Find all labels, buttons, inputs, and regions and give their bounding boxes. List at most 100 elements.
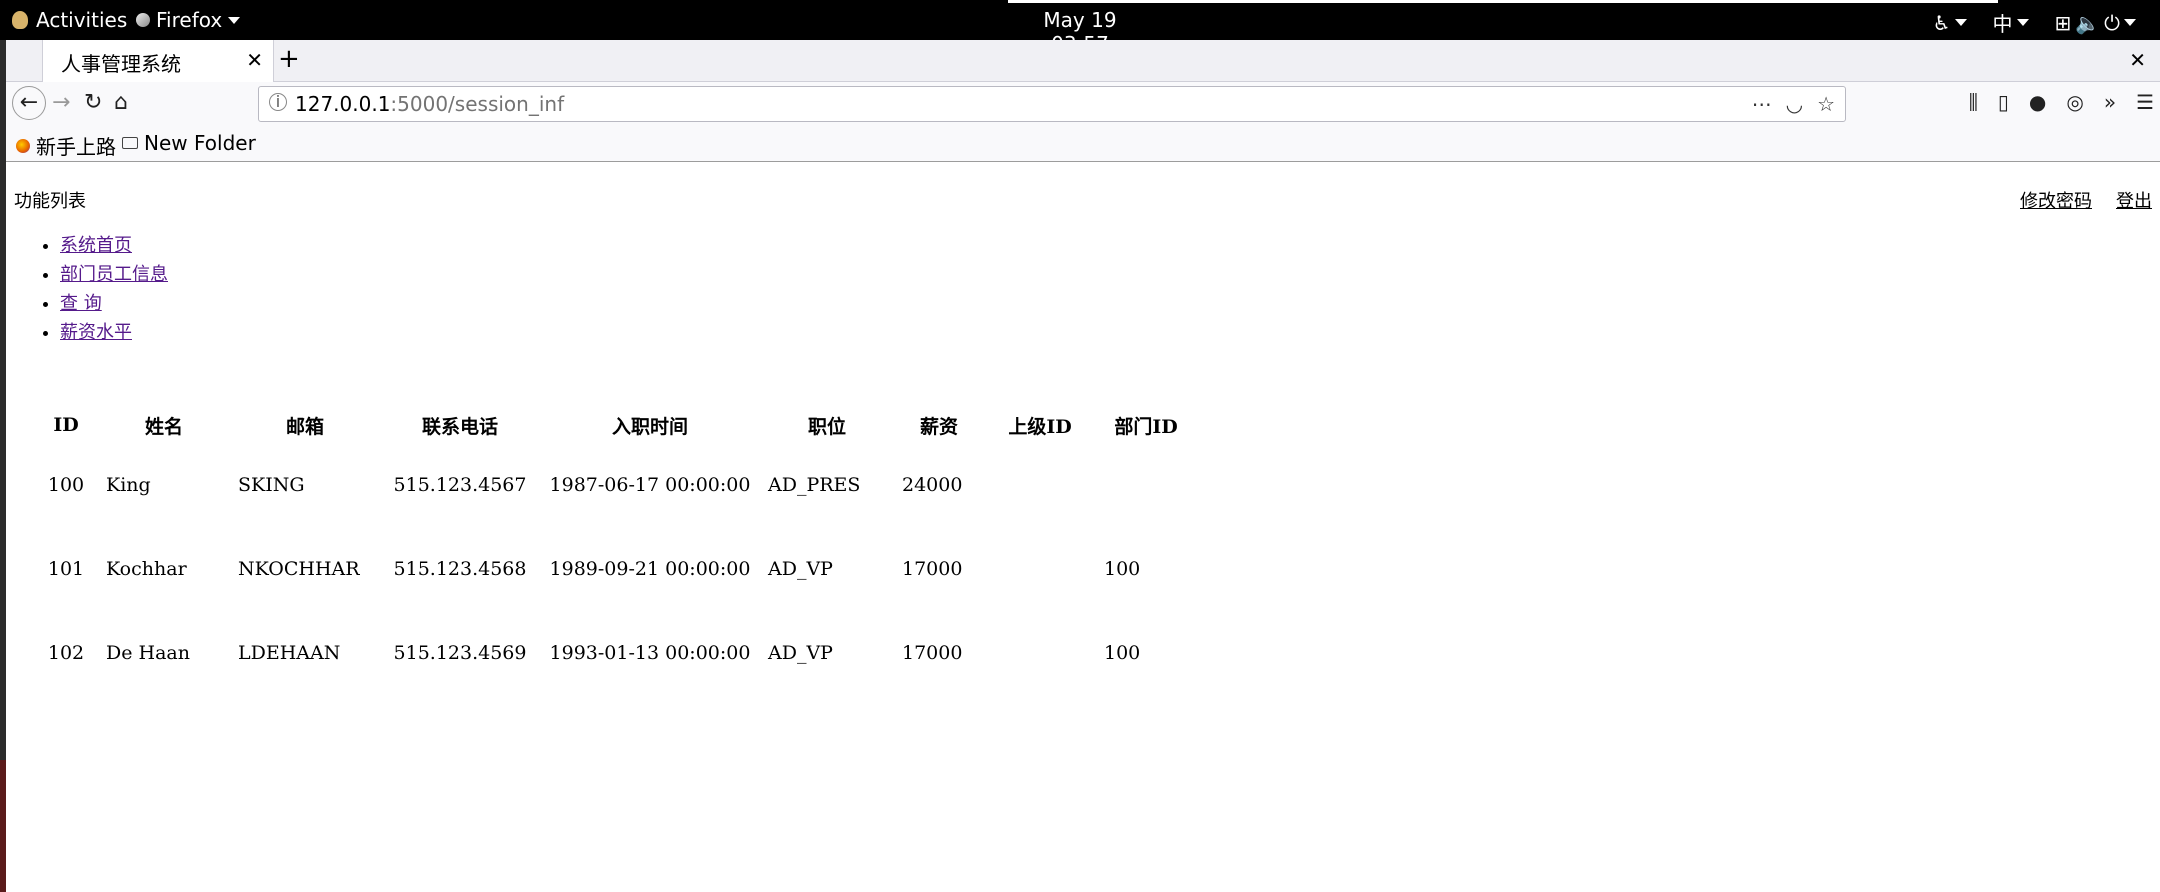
extension-icon[interactable]: ● xyxy=(2029,90,2046,114)
system-status-area[interactable]: ♿ 中 ⊞ 🔈 ⏻ xyxy=(1933,8,2136,37)
reload-button[interactable]: ↻ xyxy=(84,90,102,115)
page-actions-icon[interactable]: ⋯ xyxy=(1752,92,1772,116)
chevron-down-icon xyxy=(2016,19,2029,26)
firefox-icon xyxy=(16,138,30,153)
column-header: 部门ID xyxy=(1114,415,1178,438)
network-icon: ⊞ xyxy=(2054,10,2072,35)
cell-salary: 17000 xyxy=(902,558,963,580)
bookmark-star-icon[interactable]: ☆ xyxy=(1817,92,1835,116)
tab-active[interactable]: 人事管理系统 ✕ xyxy=(42,40,274,82)
home-button[interactable]: ⌂ xyxy=(114,90,128,115)
cell-salary: 17000 xyxy=(902,642,963,664)
sidebar-icon[interactable]: ▯ xyxy=(1998,90,2009,114)
accessibility-menu[interactable]: ♿ xyxy=(1933,11,1967,35)
cell-phone: 515.123.4569 xyxy=(393,642,527,664)
cell-id: 102 xyxy=(47,642,85,664)
bookmark-label: New Folder xyxy=(144,131,256,155)
cell-manager-id xyxy=(984,443,1096,527)
column-header: 姓名 xyxy=(144,415,183,438)
cell-email: SKING xyxy=(238,474,305,496)
table-row: 100 King SKING 515.123.4567 1987-06-17 0… xyxy=(34,443,1196,527)
cell-dept-id xyxy=(1096,443,1196,527)
column-header: 上级ID xyxy=(1008,415,1072,438)
menu-item: 查 询 xyxy=(60,289,168,318)
bookmarks-toolbar: 新手上路 New Folder xyxy=(6,126,2160,162)
chevron-down-icon xyxy=(1954,19,1967,26)
overflow-chevron-icon[interactable]: » xyxy=(2104,90,2116,114)
activities-label: Activities xyxy=(36,8,128,32)
power-icon: ⏻ xyxy=(2104,10,2120,35)
column-header: 入职时间 xyxy=(611,415,688,438)
tab-bar: 人事管理系统 ✕ + ✕ xyxy=(6,40,2160,82)
column-header: 职位 xyxy=(807,415,846,438)
forward-button[interactable]: → xyxy=(52,90,70,115)
hamburger-menu-icon[interactable]: ☰ xyxy=(2136,90,2154,114)
menu-item: 薪资水平 xyxy=(60,318,168,347)
url-bar[interactable]: i 127.0.0.1:5000/session_inf ⋯ ◡ ☆ xyxy=(258,86,1846,122)
cell-id: 101 xyxy=(47,558,85,580)
system-top-bar: Activities Firefox May 19 03:57 ♿ 中 ⊞ 🔈 … xyxy=(0,0,2160,56)
column-header: ID xyxy=(53,414,79,436)
toolbar-right: ⫼ ▯ ● ◎ » ☰ xyxy=(1969,90,2154,114)
system-menu[interactable]: ⊞ 🔈 ⏻ xyxy=(2054,10,2136,35)
back-button[interactable]: ← xyxy=(12,86,46,120)
volume-icon: 🔈 xyxy=(2075,10,2101,35)
page-content: 功能列表 修改密码登出 系统首页 部门员工信息 查 询 薪资水平 ID 姓名 邮… xyxy=(6,163,2160,892)
cell-manager-id xyxy=(984,611,1096,695)
chevron-down-icon xyxy=(2124,19,2136,26)
cell-name: Kochhar xyxy=(106,558,187,580)
input-method-label: 中 xyxy=(1992,12,2013,36)
menu-link-dept-employees[interactable]: 部门员工信息 xyxy=(60,264,168,285)
cell-job: AD_PRES xyxy=(768,474,861,496)
cell-salary: 24000 xyxy=(902,474,963,496)
column-header: 薪资 xyxy=(919,415,958,438)
navigation-toolbar: ← → ↻ ⌂ i 127.0.0.1:5000/session_inf ⋯ ◡… xyxy=(6,82,2160,126)
cell-job: AD_VP xyxy=(768,642,833,664)
app-menu[interactable]: Firefox xyxy=(136,8,241,32)
app-menu-label: Firefox xyxy=(156,8,223,32)
logout-link[interactable]: 登出 xyxy=(2092,191,2152,212)
menu-link-salary[interactable]: 薪资水平 xyxy=(60,322,132,343)
function-menu: 系统首页 部门员工信息 查 询 薪资水平 xyxy=(40,231,168,347)
employee-table: ID 姓名 邮箱 联系电话 入职时间 职位 薪资 上级ID 部门ID 100 K… xyxy=(34,407,1196,695)
bookmark-folder[interactable]: New Folder xyxy=(122,131,256,155)
extension-2-icon[interactable]: ◎ xyxy=(2066,90,2083,114)
accessibility-icon: ♿ xyxy=(1932,10,1951,35)
column-header: 联系电话 xyxy=(421,415,498,438)
url-path: :5000/session_inf xyxy=(390,92,565,116)
cell-name: King xyxy=(106,474,151,496)
table-header-row: ID 姓名 邮箱 联系电话 入职时间 职位 薪资 上级ID 部门ID xyxy=(34,407,1196,443)
url-host: 127.0.0.1 xyxy=(295,92,391,116)
menu-link-home[interactable]: 系统首页 xyxy=(60,235,132,256)
tab-close-icon[interactable]: ✕ xyxy=(246,48,263,72)
cell-hire-date: 1987-06-17 00:00:00 xyxy=(549,474,751,496)
cell-email: NKOCHHAR xyxy=(238,558,360,580)
firefox-icon xyxy=(136,13,150,27)
account-links: 修改密码 登出 xyxy=(1996,187,2152,213)
change-password-link[interactable]: 修改密码 xyxy=(1996,191,2092,212)
bookmark-label: 新手上路 xyxy=(36,135,116,159)
table-row: 102 De Haan LDEHAAN 515.123.4569 1993-01… xyxy=(34,611,1196,695)
library-icon[interactable]: ⫼ xyxy=(1969,90,1978,114)
gnome-icon xyxy=(12,11,28,29)
table-row: 101 Kochhar NKOCHHAR 515.123.4568 1989-0… xyxy=(34,527,1196,611)
window-close-button[interactable]: ✕ xyxy=(2129,48,2146,72)
menu-link-query[interactable]: 查 询 xyxy=(60,293,102,314)
pocket-icon[interactable]: ◡ xyxy=(1786,92,1803,116)
window-drag-indicator xyxy=(1008,0,1998,3)
menu-item: 系统首页 xyxy=(60,231,168,260)
bookmark-getting-started[interactable]: 新手上路 xyxy=(16,131,116,160)
activities-button[interactable]: Activities xyxy=(12,8,127,32)
cell-manager-id xyxy=(984,527,1096,611)
cell-name: De Haan xyxy=(106,642,190,664)
function-list-title: 功能列表 xyxy=(14,191,86,212)
cell-hire-date: 1989-09-21 00:00:00 xyxy=(549,558,751,580)
chevron-down-icon xyxy=(228,16,241,24)
cell-email: LDEHAAN xyxy=(238,642,341,664)
column-header: 邮箱 xyxy=(285,415,324,438)
input-method-menu[interactable]: 中 xyxy=(1993,8,2029,37)
info-icon[interactable]: i xyxy=(269,93,287,111)
new-tab-button[interactable]: + xyxy=(278,44,300,74)
cell-dept-id: 100 xyxy=(1104,558,1141,580)
folder-icon xyxy=(122,137,138,149)
